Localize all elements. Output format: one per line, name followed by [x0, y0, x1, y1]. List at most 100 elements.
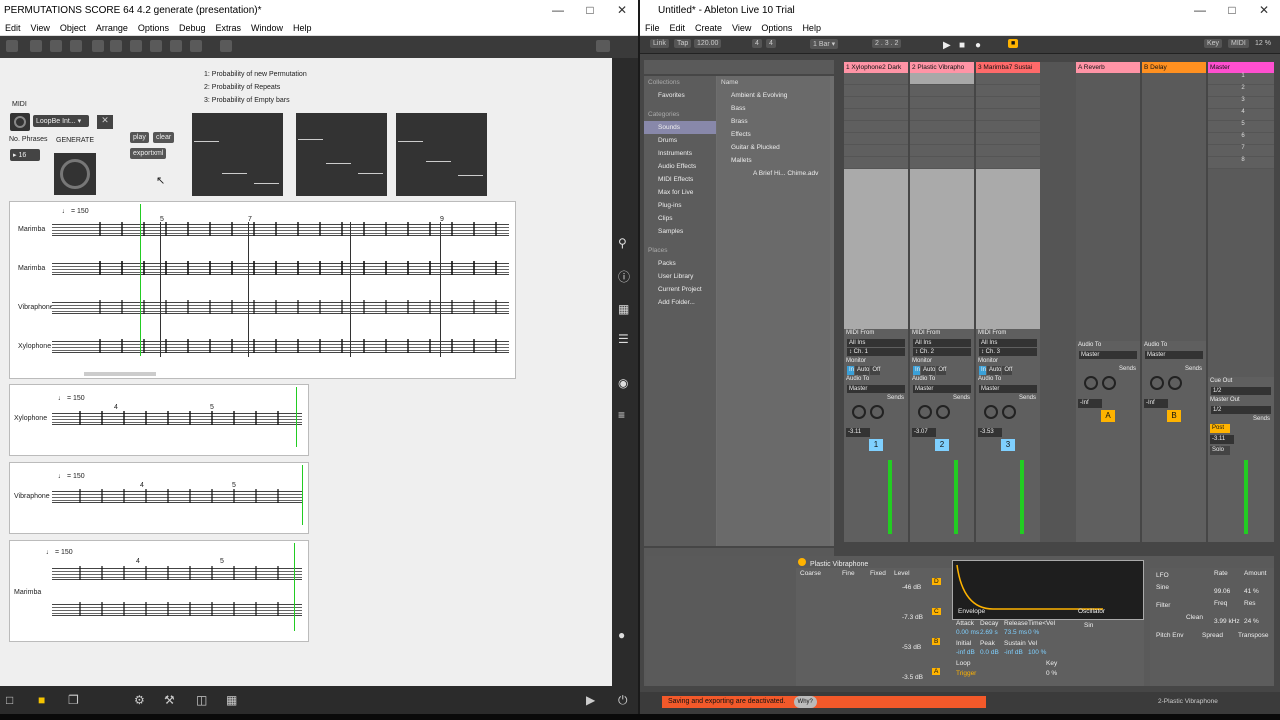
- maximize-icon[interactable]: □: [574, 0, 606, 20]
- comment-icon[interactable]: [70, 40, 82, 52]
- browser-search[interactable]: [644, 60, 834, 74]
- power-icon[interactable]: ⏻: [618, 693, 628, 708]
- op-b-toggle[interactable]: B: [932, 638, 941, 645]
- tempo-field[interactable]: 120.00: [694, 39, 722, 48]
- xylophone-score[interactable]: ♩ = 150 Xylophone 4 5: [9, 384, 309, 456]
- master-out-select[interactable]: 1/2: [1211, 406, 1271, 414]
- param-value[interactable]: 73.5 ms: [1004, 629, 1027, 636]
- monitor-in-button[interactable]: In: [847, 366, 855, 375]
- record-icon[interactable]: ●: [972, 39, 984, 52]
- monitor-in-button[interactable]: In: [979, 366, 987, 375]
- loop-value[interactable]: Trigger: [956, 670, 976, 677]
- scene-1[interactable]: 1: [1208, 73, 1274, 85]
- toggle-icon[interactable]: [110, 40, 122, 52]
- scene-7[interactable]: 7: [1208, 145, 1274, 157]
- arrangement-position[interactable]: 2 . 3 . 2: [872, 39, 902, 48]
- mixer-icon[interactable]: ≡: [618, 408, 625, 422]
- volume-readout[interactable]: -Inf: [1078, 399, 1102, 408]
- browser-file-item[interactable]: A Brief Hi... Chime.adv: [731, 167, 830, 180]
- scene-6[interactable]: 6: [1208, 133, 1274, 145]
- menu-help[interactable]: Help: [802, 23, 821, 33]
- return-track-title[interactable]: B Delay: [1142, 62, 1206, 73]
- op-a-toggle[interactable]: A: [932, 668, 941, 675]
- debug-icon[interactable]: ⚙: [134, 693, 145, 707]
- lfo-wave[interactable]: Sine: [1156, 584, 1169, 591]
- category-max-for-live[interactable]: Max for Live: [644, 186, 716, 199]
- place-current-project[interactable]: Current Project: [644, 283, 716, 296]
- menu-help[interactable]: Help: [293, 23, 312, 33]
- scene-4[interactable]: 4: [1208, 109, 1274, 121]
- clip-slot[interactable]: [976, 97, 1040, 109]
- play-icon[interactable]: ▶: [940, 39, 954, 52]
- clip-slot[interactable]: [844, 157, 908, 169]
- volume-readout[interactable]: -3.07: [912, 428, 936, 437]
- amount-value[interactable]: 41 %: [1244, 588, 1259, 595]
- new-object-icon[interactable]: [30, 40, 42, 52]
- solo-button[interactable]: Solo: [1210, 446, 1230, 455]
- category-instruments[interactable]: Instruments: [644, 147, 716, 160]
- volume-slider-icon[interactable]: ●: [618, 628, 625, 642]
- scene-3[interactable]: 3: [1208, 97, 1274, 109]
- close-device-icon[interactable]: ✕: [97, 115, 113, 129]
- clip-slot[interactable]: [844, 145, 908, 157]
- clip-slot[interactable]: [844, 121, 908, 133]
- send-a-knob[interactable]: [984, 405, 998, 419]
- clip-slot[interactable]: [976, 85, 1040, 97]
- clip-slot[interactable]: [976, 145, 1040, 157]
- list-icon[interactable]: ☰: [618, 332, 629, 346]
- freq-value[interactable]: 3.99 kHz: [1214, 618, 1240, 625]
- window-icon[interactable]: ❐: [68, 693, 79, 707]
- filter-type[interactable]: Clean: [1186, 614, 1203, 621]
- main-score[interactable]: ♩ = 150 5 7 9 Marimba Marimba Vibraphone…: [9, 201, 516, 379]
- clip-slot[interactable]: [910, 121, 974, 133]
- key-map-button[interactable]: Key: [1204, 39, 1223, 48]
- cue-out-select[interactable]: 1/2: [1211, 387, 1271, 395]
- clip-slot[interactable]: [844, 133, 908, 145]
- track-title[interactable]: 3 Marimba7 Sustai: [976, 62, 1040, 73]
- menu-extras[interactable]: Extras: [215, 23, 241, 33]
- play-button[interactable]: play: [130, 132, 149, 143]
- clip-slot[interactable]: [976, 133, 1040, 145]
- menu-edit[interactable]: Edit: [5, 23, 21, 33]
- category-sounds[interactable]: Sounds: [644, 121, 716, 134]
- category-audio-effects[interactable]: Audio Effects: [644, 160, 716, 173]
- search-icon[interactable]: ⚲: [618, 236, 627, 250]
- menu-options[interactable]: Options: [761, 23, 792, 33]
- category-clips[interactable]: Clips: [644, 212, 716, 225]
- grid-icon[interactable]: [596, 40, 610, 52]
- slider-icon[interactable]: [130, 40, 142, 52]
- send-b-knob[interactable]: [870, 405, 884, 419]
- clip-slot[interactable]: [910, 133, 974, 145]
- why-button[interactable]: Why?: [793, 696, 817, 708]
- send-a-knob[interactable]: [1084, 376, 1098, 390]
- info-icon[interactable]: ⓘ: [618, 268, 630, 285]
- stop-icon[interactable]: ■: [956, 39, 968, 52]
- reference-icon[interactable]: ▦: [618, 302, 629, 316]
- clip-slot[interactable]: [976, 121, 1040, 133]
- send-b-knob[interactable]: [1168, 376, 1182, 390]
- place-packs[interactable]: Packs: [644, 257, 716, 270]
- send-a-knob[interactable]: [852, 405, 866, 419]
- audio-to-select[interactable]: Master: [847, 385, 905, 393]
- close-icon[interactable]: ✕: [1248, 0, 1280, 20]
- param-value[interactable]: 0.0 dB: [980, 649, 999, 656]
- op-a-level[interactable]: -3.5 dB: [902, 674, 923, 681]
- send-b-knob[interactable]: [936, 405, 950, 419]
- midi-channel[interactable]: ↕ Ch. 1: [847, 348, 905, 356]
- audio-to-select[interactable]: Master: [1079, 351, 1137, 359]
- param-value[interactable]: -inf dB: [1004, 649, 1023, 656]
- volume-readout[interactable]: -Inf: [1144, 399, 1168, 408]
- clip-slot[interactable]: [976, 109, 1040, 121]
- category-drums[interactable]: Drums: [644, 134, 716, 147]
- volume-readout[interactable]: -3.53: [978, 428, 1002, 437]
- audio-to-select[interactable]: Master: [1145, 351, 1203, 359]
- op-c-toggle[interactable]: C: [932, 608, 941, 615]
- midi-toggle[interactable]: [10, 113, 30, 131]
- clip-slot[interactable]: [910, 85, 974, 97]
- track-activator[interactable]: 1: [869, 439, 883, 451]
- res-value[interactable]: 24 %: [1244, 618, 1259, 625]
- place-add-folder[interactable]: Add Folder...: [644, 296, 716, 309]
- name-column-header[interactable]: Name: [717, 76, 830, 89]
- exportxml-button[interactable]: exportxml: [130, 148, 167, 159]
- phrases-number[interactable]: ▸ 16: [10, 149, 40, 161]
